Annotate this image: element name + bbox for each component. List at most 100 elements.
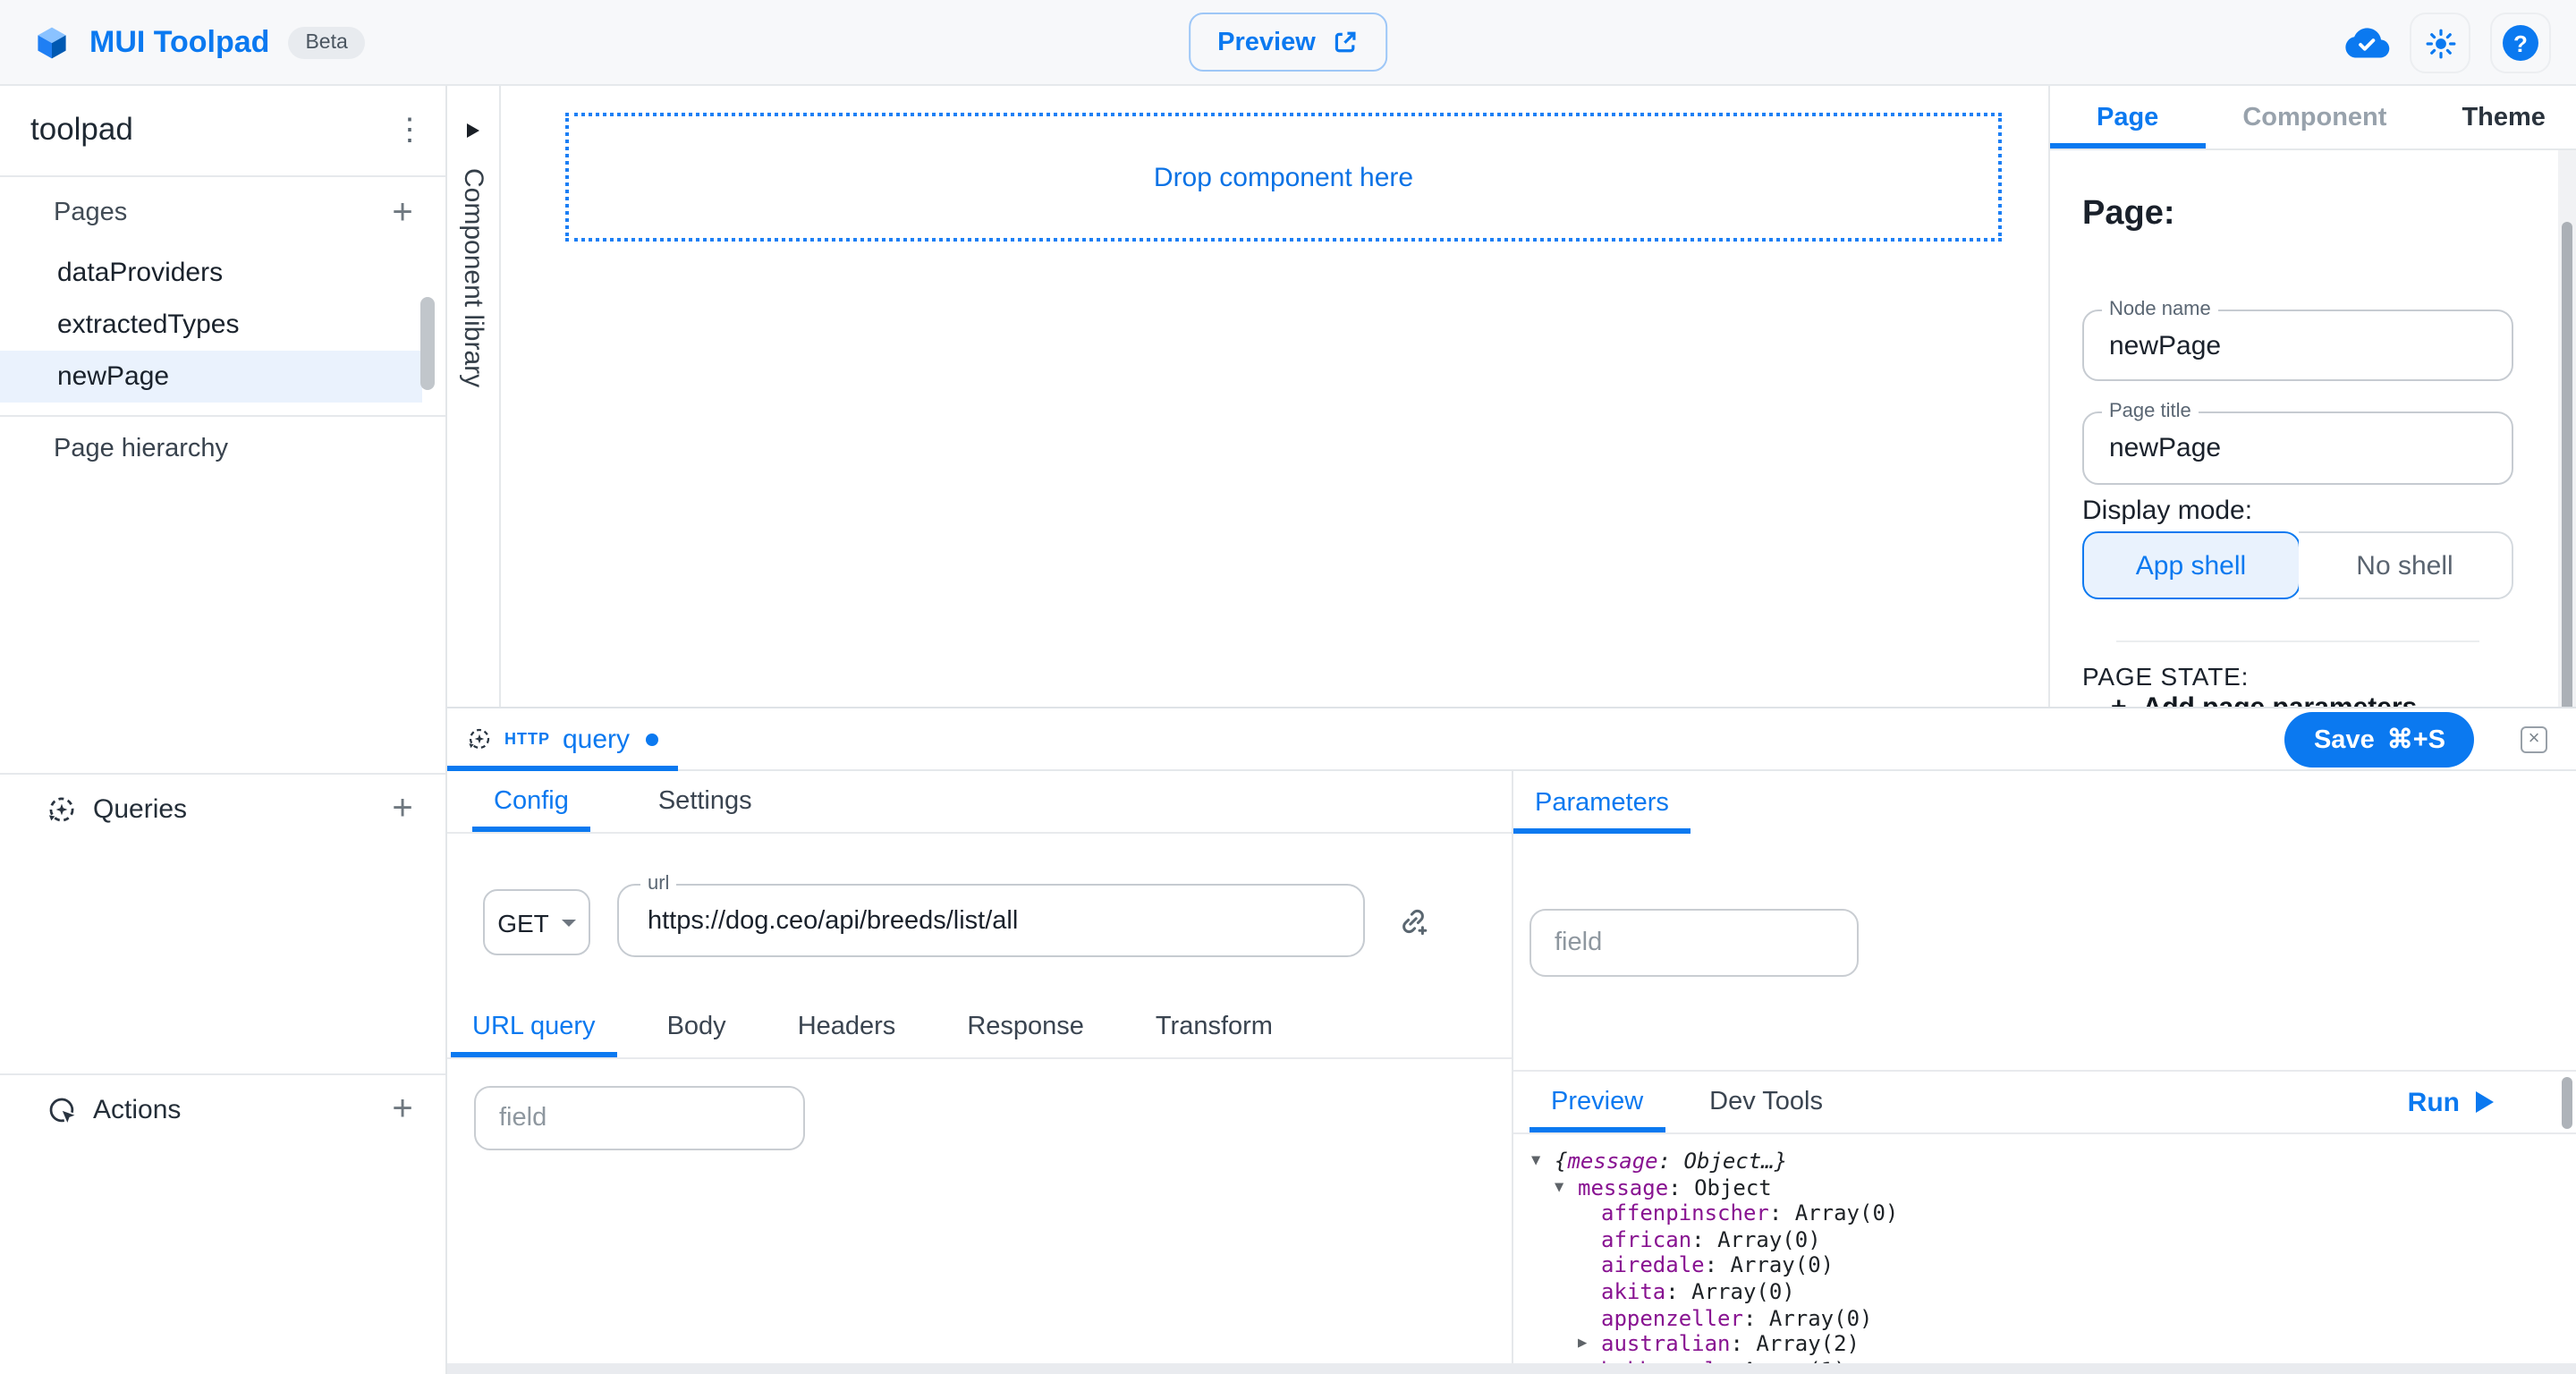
inspector-scrollbar[interactable] (2558, 150, 2576, 707)
json-tree-row[interactable]: airedale: Array(0) (1531, 1253, 2551, 1279)
drop-zone[interactable]: Drop component here (565, 113, 2002, 242)
preview-button[interactable]: Preview (1189, 13, 1387, 72)
display-mode-no-shell[interactable]: No shell (2298, 531, 2513, 599)
page-title-field: Page title (2082, 411, 2513, 485)
url-query-input[interactable] (476, 1088, 803, 1149)
json-tree-row[interactable]: ▶australian: Array(2) (1531, 1331, 2551, 1357)
divider (0, 1073, 445, 1075)
close-icon: × (2529, 730, 2540, 750)
component-library-label: Component library (458, 168, 488, 387)
tab-theme[interactable]: Theme (2424, 86, 2576, 148)
theme-toggle-button[interactable] (2410, 13, 2470, 73)
add-page-parameters-button[interactable]: + Add page parameters (2111, 692, 2417, 707)
query-icon (47, 793, 77, 824)
query-protocol-badge: HTTP (504, 730, 550, 748)
inspector-heading: Page: (2082, 195, 2175, 234)
tab-transform[interactable]: Transform (1134, 997, 1294, 1057)
tab-config[interactable]: Config (472, 771, 590, 832)
toolpad-logo-icon (32, 23, 72, 63)
project-menu-button[interactable]: ⋮ (388, 109, 431, 152)
save-shortcut: ⌘+S (2387, 725, 2445, 754)
json-tree-row[interactable]: appenzeller: Array(0) (1531, 1305, 2551, 1331)
help-icon: ? (2503, 25, 2538, 61)
save-button[interactable]: Save ⌘+S (2285, 712, 2474, 768)
chevron-right-icon (467, 123, 479, 138)
pages-section-header: Pages + (54, 190, 424, 236)
tab-dev-tools[interactable]: Dev Tools (1688, 1072, 1844, 1132)
json-tree-row[interactable]: affenpinscher: Array(0) (1531, 1200, 2551, 1226)
tab-url-query[interactable]: URL query (451, 997, 617, 1057)
expand-arrow-icon (1578, 1200, 1601, 1226)
add-page-button[interactable]: + (381, 191, 424, 234)
actions-section-header: Actions + (0, 1082, 424, 1136)
divider (2116, 640, 2479, 642)
json-tree-row[interactable]: akita: Array(0) (1531, 1279, 2551, 1305)
tab-settings[interactable]: Settings (637, 771, 774, 832)
json-tree-row[interactable]: ▼{message: Object…} (1531, 1149, 2551, 1175)
expand-arrow-icon[interactable]: ▼ (1555, 1175, 1578, 1200)
save-button-label: Save (2314, 725, 2375, 754)
project-name: toolpad (30, 111, 133, 148)
component-library-panel: Component library (447, 86, 501, 707)
inspector-tabs: Page Component Theme (2050, 86, 2576, 150)
json-tree-row[interactable]: ▼message: Object (1531, 1175, 2551, 1200)
parameter-input[interactable] (1531, 911, 1857, 975)
expand-arrow-icon (1578, 1227, 1601, 1253)
url-field: url (617, 884, 1365, 957)
tab-body[interactable]: Body (646, 997, 748, 1057)
result-scrollbar-thumb[interactable] (2562, 1077, 2572, 1129)
url-query-field (474, 1086, 805, 1150)
plus-icon: + (392, 193, 412, 233)
query-tab-label: query (563, 724, 630, 754)
expand-arrow-icon[interactable]: ▼ (1531, 1149, 1555, 1175)
run-button-label: Run (2408, 1087, 2460, 1117)
result-section: Preview Dev Tools Run ▼{message: Object…… (1513, 1070, 2576, 1374)
http-method-select[interactable]: GET (483, 889, 590, 955)
run-button[interactable]: Run (2408, 1072, 2494, 1132)
http-method-value: GET (497, 908, 549, 937)
result-tabs: Preview Dev Tools Run (1513, 1072, 2576, 1134)
display-mode-app-shell[interactable]: App shell (2082, 531, 2300, 599)
light-mode-icon (2423, 26, 2457, 60)
tab-page[interactable]: Page (2050, 86, 2205, 148)
tab-preview[interactable]: Preview (1530, 1072, 1665, 1132)
tab-headers[interactable]: Headers (776, 997, 918, 1057)
expand-arrow-icon[interactable]: ▶ (1578, 1331, 1601, 1357)
project-row: toolpad ⋮ (0, 86, 445, 177)
pages-scrollbar-thumb[interactable] (420, 297, 435, 390)
header-actions: ? (2343, 0, 2551, 86)
page-state-label: PAGE STATE: (2082, 662, 2249, 691)
display-mode-toggle: App shell No shell (2082, 531, 2513, 599)
add-query-button[interactable]: + (381, 787, 424, 830)
parameter-field (1530, 909, 1859, 977)
page-item-newpage[interactable]: newPage (0, 351, 422, 403)
queries-section-header: Queries + (0, 782, 424, 835)
expand-arrow-icon (1578, 1279, 1601, 1305)
inspector-panel: Page Component Theme Page: Node name Pag… (2048, 86, 2576, 707)
chevron-down-icon (562, 919, 576, 926)
tab-component[interactable]: Component (2205, 86, 2424, 148)
actions-label: Actions (93, 1094, 381, 1124)
beta-badge: Beta (287, 27, 365, 59)
horizontal-scrollbar-track[interactable] (447, 1363, 2576, 1374)
query-tab[interactable]: HTTP query (447, 708, 678, 769)
page-item-dataproviders[interactable]: dataProviders (0, 247, 422, 299)
tab-response[interactable]: Response (945, 997, 1106, 1057)
component-library-expand-button[interactable] (459, 116, 487, 145)
close-panel-button[interactable]: × (2521, 726, 2547, 753)
add-binding-button[interactable] (1392, 899, 1435, 942)
add-action-button[interactable]: + (381, 1088, 424, 1131)
plus-icon: + (392, 789, 412, 828)
divider (0, 773, 445, 775)
help-button[interactable]: ? (2490, 13, 2551, 73)
json-tree-row[interactable]: african: Array(0) (1531, 1227, 2551, 1253)
inspector-scrollbar-thumb[interactable] (2562, 222, 2572, 707)
preview-button-label: Preview (1217, 28, 1316, 56)
node-name-label: Node name (2102, 299, 2218, 322)
plus-icon: + (392, 1090, 412, 1129)
url-input[interactable] (619, 886, 1363, 955)
unsaved-changes-dot (646, 733, 658, 745)
query-result-pane: Parameters Preview Dev Tools Run ▼{messa… (1513, 771, 2576, 1374)
page-item-extractedtypes[interactable]: extractedTypes (0, 299, 422, 351)
tab-parameters[interactable]: Parameters (1513, 771, 1690, 834)
